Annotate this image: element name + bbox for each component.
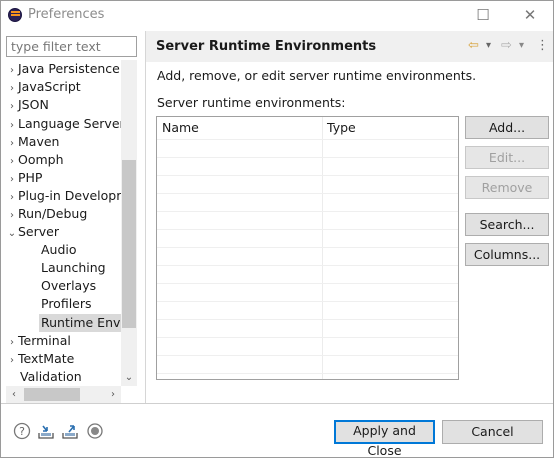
tree-item-label: Run/Debug — [18, 206, 88, 221]
footer-divider — [0, 403, 554, 404]
scroll-right-icon[interactable]: › — [105, 386, 121, 403]
forward-icon: ⇨ — [501, 38, 512, 53]
table-row — [157, 337, 458, 338]
apply-and-close-button[interactable]: Apply and Close — [334, 420, 435, 458]
tree-item-label: Server — [18, 224, 59, 239]
eclipse-logo-icon — [8, 8, 22, 22]
view-menu-icon[interactable]: ⋮ — [536, 38, 549, 53]
tree-item-oomph[interactable]: › Oomph — [6, 151, 64, 169]
tree-item-javascript[interactable]: › JavaScript — [6, 78, 81, 96]
scroll-left-icon[interactable]: ‹ — [6, 386, 22, 403]
tree-item-label: Java Persistence — [18, 61, 120, 76]
tree-item-label: Audio — [41, 242, 77, 257]
tree-item-label: JavaScript — [18, 79, 81, 94]
tree-item-validation[interactable]: Validation — [20, 368, 82, 386]
import-icon[interactable] — [37, 422, 55, 440]
help-glyph: ? — [19, 425, 25, 438]
tree-item-label: Language Server — [18, 116, 125, 131]
forward-dropdown-icon[interactable]: ▾ — [519, 40, 524, 51]
tree-item-terminal[interactable]: › Terminal — [6, 332, 71, 350]
tree-item-profilers[interactable]: Profilers — [41, 295, 92, 313]
back-dropdown-icon[interactable]: ▾ — [486, 40, 491, 51]
tree-item-audio[interactable]: Audio — [41, 241, 77, 259]
tree-item-maven[interactable]: › Maven — [6, 133, 59, 151]
runtime-list-label: Server runtime environments: — [157, 95, 346, 110]
search-button[interactable]: Search... — [465, 213, 549, 236]
scroll-down-icon[interactable]: ⌄ — [121, 372, 137, 383]
runtime-table[interactable]: Name Type — [156, 116, 459, 380]
table-row — [157, 193, 458, 194]
tree-item-java-persistence[interactable]: › Java Persistence — [6, 60, 120, 78]
export-icon[interactable] — [61, 422, 79, 440]
tree-item-label: Terminal — [18, 333, 71, 348]
tree-item-label: Overlays — [41, 278, 97, 293]
table-row — [157, 175, 458, 176]
remove-button[interactable]: Remove — [465, 176, 549, 199]
scrollbar-thumb[interactable] — [24, 388, 80, 401]
cancel-button[interactable]: Cancel — [442, 420, 543, 444]
maximize-button[interactable]: ☐ — [468, 4, 498, 26]
tree-item-overlays[interactable]: Overlays — [41, 277, 96, 295]
back-icon[interactable]: ⇦ — [468, 38, 479, 53]
help-icon[interactable]: ? — [13, 422, 31, 440]
column-header-name[interactable]: Name — [157, 117, 322, 139]
table-row — [157, 319, 458, 320]
column-header-type[interactable]: Type — [322, 117, 458, 139]
tree-item-label: Validation — [20, 369, 82, 384]
table-row — [157, 211, 458, 212]
tree-item-label: Profilers — [41, 296, 92, 311]
table-row — [157, 265, 458, 266]
tree-item-label: Oomph — [18, 152, 64, 167]
tree-item-label: Plug-in Developr — [18, 188, 122, 203]
panel-divider — [145, 31, 146, 403]
tree-item-runtime-environments[interactable]: Runtime Envir — [39, 314, 132, 332]
record-icon[interactable] — [86, 422, 104, 440]
tree-item-textmate[interactable]: › TextMate — [6, 350, 74, 368]
tree-item-launching[interactable]: Launching — [41, 259, 106, 277]
tree-item-label: Launching — [41, 260, 106, 275]
chevron-right-icon: › — [10, 101, 14, 112]
add-button[interactable]: Add... — [465, 116, 549, 139]
tree-item-json[interactable]: › JSON — [6, 96, 49, 114]
edit-button[interactable]: Edit... — [465, 146, 549, 169]
tree-item-label: JSON — [18, 97, 49, 112]
table-row — [157, 355, 458, 356]
window-title: Preferences — [28, 7, 105, 22]
preferences-tree: › Java Persistence › JavaScript › JSON › Lan… — [6, 60, 137, 386]
page-header: Server Runtime Environments ⇦ ▾ ⇨ ▾ ⋮ — [146, 31, 554, 62]
scrollbar-thumb[interactable] — [122, 160, 136, 328]
tree-item-label: PHP — [18, 170, 43, 185]
table-row — [157, 301, 458, 302]
tree-vertical-scrollbar[interactable]: ⌄ — [121, 60, 137, 386]
table-row — [157, 139, 458, 140]
tree-item-label: Maven — [18, 134, 60, 149]
table-row — [157, 157, 458, 158]
filter-input[interactable] — [6, 36, 137, 57]
close-button[interactable]: ✕ — [515, 4, 545, 26]
title-bar: Preferences ☐ ✕ — [0, 0, 554, 31]
tree-item-run-debug[interactable]: › Run/Debug — [6, 205, 87, 223]
tree-item-label: Runtime Envir — [39, 314, 132, 332]
tree-item-label: TextMate — [18, 351, 75, 366]
table-row — [157, 247, 458, 248]
tree-item-php[interactable]: › PHP — [6, 169, 42, 187]
page-description: Add, remove, or edit server runtime envi… — [157, 68, 477, 83]
table-row — [157, 229, 458, 230]
chevron-right-icon: › — [10, 355, 14, 366]
columns-button[interactable]: Columns... — [465, 243, 549, 266]
chevron-down-icon: ⌄ — [7, 228, 17, 239]
tree-horizontal-scrollbar[interactable]: ‹ › — [6, 386, 121, 403]
tree-item-server[interactable]: ⌄ Server — [6, 223, 59, 241]
table-row — [157, 373, 458, 374]
tree-item-plugin-development[interactable]: › Plug-in Developr — [6, 187, 121, 205]
tree-item-language-server[interactable]: › Language Server — [6, 115, 125, 133]
table-row — [157, 283, 458, 284]
page-title: Server Runtime Environments — [156, 39, 377, 54]
